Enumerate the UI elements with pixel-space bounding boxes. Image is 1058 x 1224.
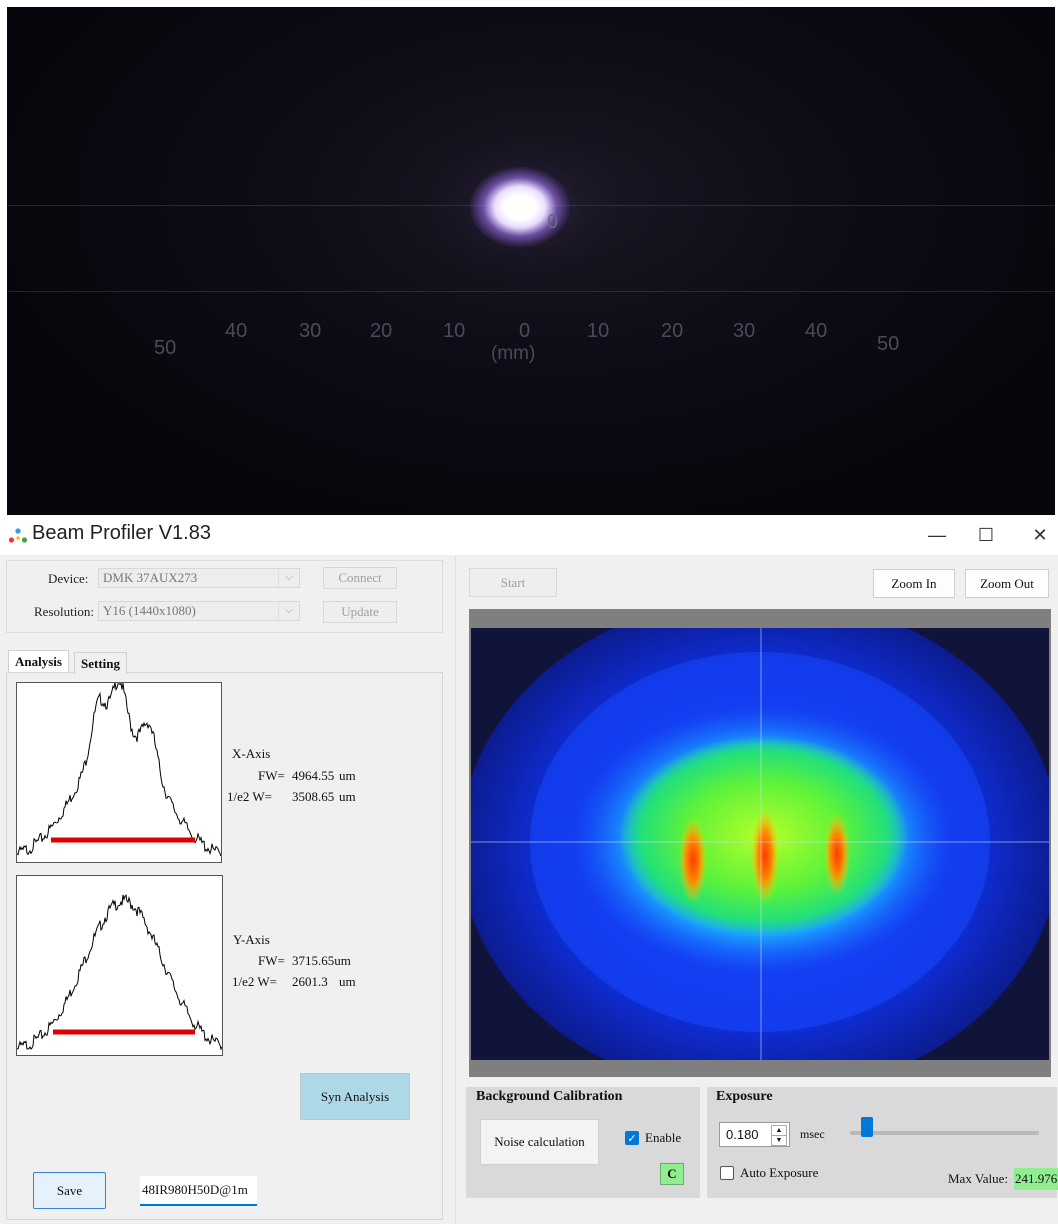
- ruler-unit: (mm): [491, 343, 536, 364]
- x-fw-label: FW=: [258, 768, 285, 783]
- ruler-number: 40: [805, 320, 828, 342]
- auto-exposure-checkbox[interactable]: [720, 1166, 734, 1180]
- app-logo-icon: [8, 528, 28, 543]
- enable-checkbox[interactable]: ✓: [625, 1131, 639, 1145]
- device-value: DMK 37AUX273: [103, 570, 198, 585]
- exposure-stepper[interactable]: 0.180 ▲ ▼: [719, 1122, 790, 1147]
- resolution-value: Y16 (1440x1080): [103, 603, 196, 618]
- tab-analysis[interactable]: Analysis: [8, 650, 69, 672]
- noise-calculation-button[interactable]: Noise calculation: [480, 1119, 599, 1165]
- update-button[interactable]: Update: [323, 601, 397, 623]
- ruler-number: 0: [519, 320, 531, 342]
- beam-heatmap-image: [471, 628, 1049, 1060]
- maximize-button[interactable]: ☐: [966, 520, 1006, 550]
- filename-input[interactable]: 48IR980H50D@1m: [140, 1176, 257, 1206]
- x-profile-plot: [16, 682, 222, 863]
- window-title: Beam Profiler V1.83: [32, 522, 211, 544]
- y-e2-value: 2601.3: [292, 974, 328, 989]
- x-fw-unit: um: [339, 768, 356, 783]
- device-combo[interactable]: DMK 37AUX273 ⌵: [98, 568, 300, 588]
- tab-setting[interactable]: Setting: [74, 652, 127, 674]
- resolution-combo[interactable]: Y16 (1440x1080) ⌵: [98, 601, 300, 621]
- filename-value: 48IR980H50D@1m: [142, 1182, 248, 1197]
- check-icon: ✓: [627, 1132, 637, 1145]
- ruler-number: 30: [733, 320, 756, 342]
- beam-heatmap: [471, 628, 1049, 1060]
- exposure-title: Exposure: [716, 1089, 773, 1104]
- exposure-slider-track[interactable]: [850, 1117, 1039, 1137]
- ruler-number: 10: [587, 320, 610, 342]
- y-e2-unit: um: [339, 974, 356, 989]
- exposure-value: 0.180: [726, 1127, 759, 1142]
- photo-rule-line: [7, 291, 1055, 292]
- ruler-number: 10: [443, 320, 466, 342]
- ruler-number: 50: [877, 333, 900, 355]
- camera-photo: 0 50 40 30 20 10 0 10 20 30 40 50 (mm): [7, 7, 1055, 515]
- ruler-number: 40: [225, 320, 248, 342]
- background-calibration-title: Background Calibration: [476, 1089, 623, 1104]
- chevron-down-icon: ⌵: [278, 602, 299, 620]
- start-button[interactable]: Start: [469, 568, 557, 597]
- x-axis-title: X-Axis: [232, 746, 271, 761]
- save-button[interactable]: Save: [33, 1172, 106, 1209]
- exposure-unit: msec: [800, 1127, 825, 1141]
- y-fw-value: 3715.65um: [292, 953, 351, 968]
- profile-curve: [16, 682, 222, 857]
- max-value-badge: 241.976: [1014, 1168, 1058, 1190]
- resolution-label: Resolution:: [34, 604, 94, 619]
- profile-curve: [16, 894, 223, 1051]
- enable-label: Enable: [645, 1130, 682, 1145]
- ruler-number: 30: [299, 320, 322, 342]
- x-e2-label: 1/e2 W=: [227, 789, 272, 804]
- device-label: Device:: [48, 571, 89, 586]
- max-value-label: Max Value:: [948, 1171, 1009, 1186]
- syn-analysis-button[interactable]: Syn Analysis: [300, 1073, 410, 1120]
- chevron-down-icon: ⌵: [278, 569, 299, 587]
- beam-spot: [470, 167, 570, 247]
- close-button[interactable]: ✕: [1020, 520, 1058, 550]
- stepper-down-icon[interactable]: ▼: [771, 1135, 787, 1146]
- y-profile-chart: [16, 894, 223, 1051]
- spot-zero-label: 0: [547, 211, 559, 233]
- x-e2-unit: um: [339, 789, 356, 804]
- ruler-number: 50: [154, 337, 177, 359]
- y-fw-label: FW=: [258, 953, 285, 968]
- x-profile-chart: [16, 682, 222, 857]
- y-e2-label: 1/e2 W=: [232, 974, 277, 989]
- exposure-slider-thumb[interactable]: [861, 1117, 873, 1137]
- minimize-button[interactable]: —: [917, 520, 957, 550]
- auto-exposure-label: Auto Exposure: [740, 1165, 819, 1180]
- zoom-out-button[interactable]: Zoom Out: [965, 569, 1049, 598]
- x-e2-value: 3508.65: [292, 789, 335, 804]
- x-fw-value: 4964.55: [292, 768, 335, 783]
- connect-button[interactable]: Connect: [323, 567, 397, 589]
- y-profile-plot: [16, 875, 223, 1056]
- c-button[interactable]: C: [660, 1163, 684, 1185]
- y-axis-title: Y-Axis: [233, 932, 270, 947]
- ruler-number: 20: [661, 320, 684, 342]
- max-value: 241.976: [1015, 1171, 1058, 1186]
- ruler-number: 20: [370, 320, 393, 342]
- zoom-in-button[interactable]: Zoom In: [873, 569, 955, 598]
